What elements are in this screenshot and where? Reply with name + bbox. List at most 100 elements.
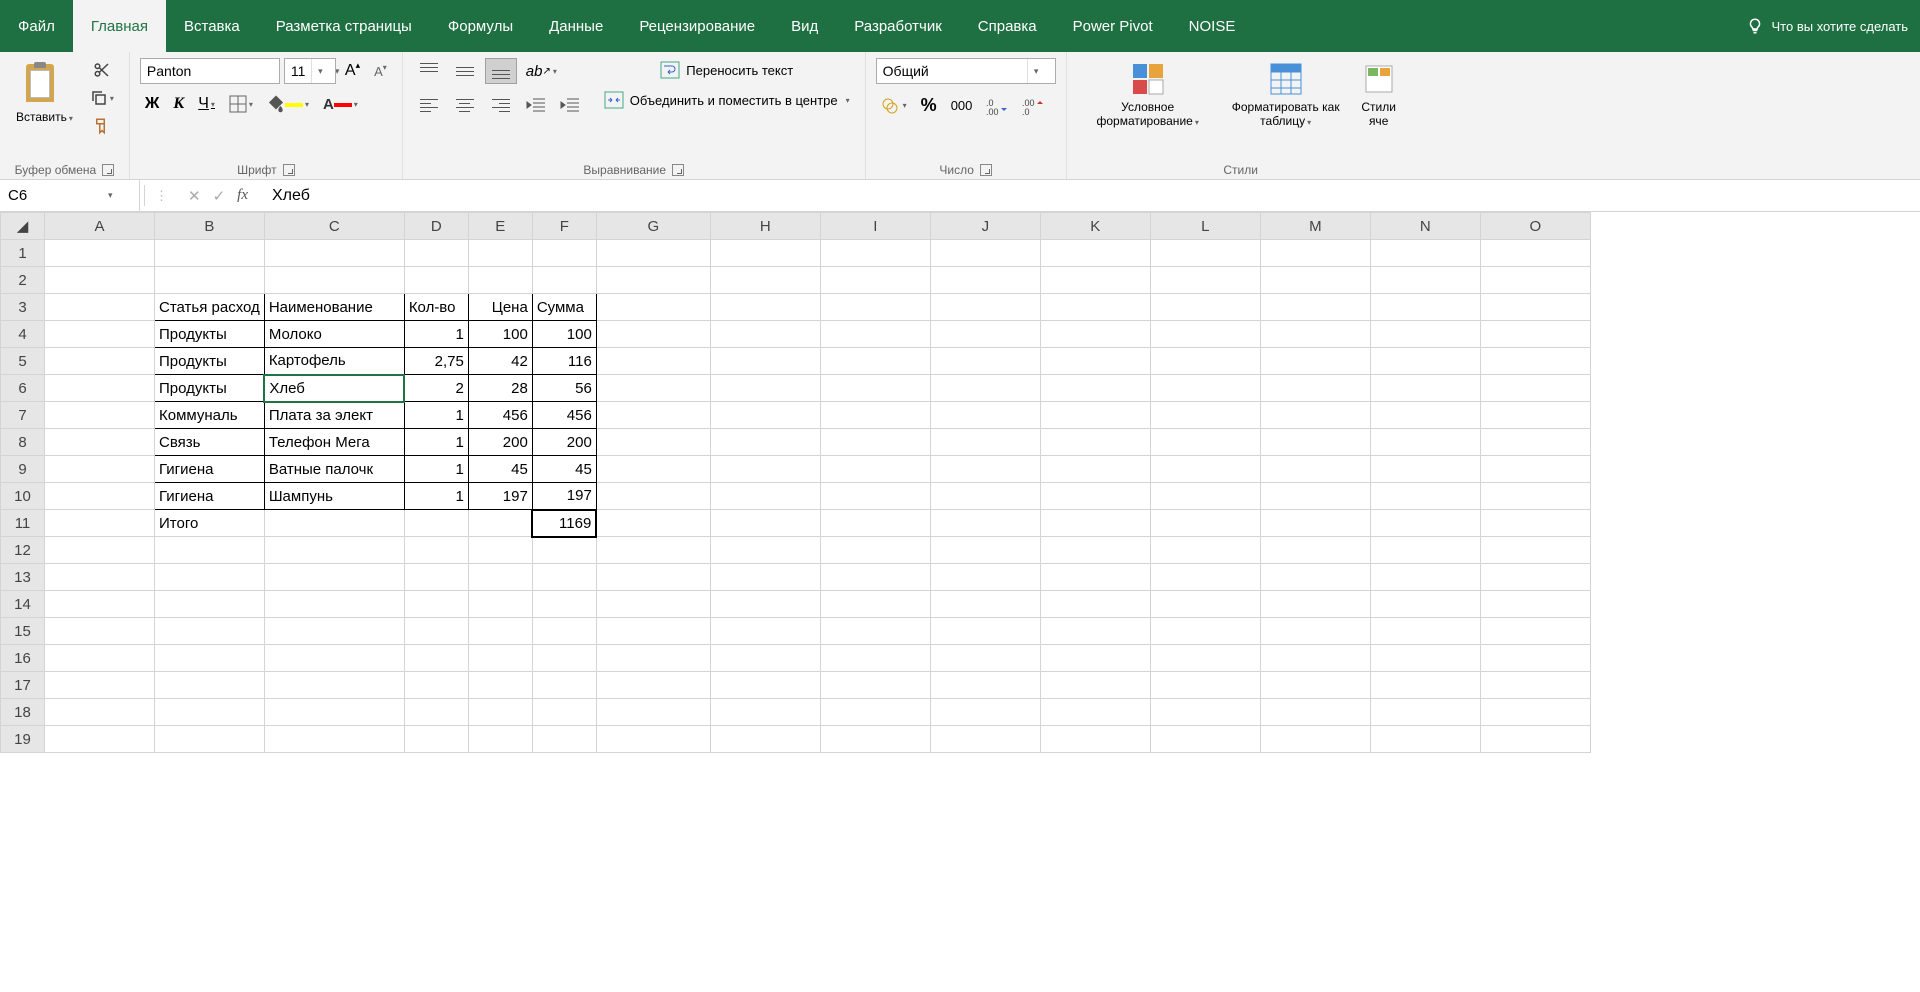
- cell-D16[interactable]: [404, 645, 468, 672]
- cell-L13[interactable]: [1150, 564, 1260, 591]
- cell-B18[interactable]: [155, 699, 265, 726]
- tab-home[interactable]: Главная: [73, 0, 166, 52]
- cell-J18[interactable]: [930, 699, 1040, 726]
- font-size-input[interactable]: [285, 63, 311, 79]
- cell-C18[interactable]: [264, 699, 404, 726]
- cell-L19[interactable]: [1150, 726, 1260, 753]
- cell-E4[interactable]: 100: [468, 321, 532, 348]
- cell-D3[interactable]: Кол-во: [404, 294, 468, 321]
- cell-G1[interactable]: [596, 240, 710, 267]
- cell-A3[interactable]: [45, 294, 155, 321]
- row-header-10[interactable]: 10: [1, 483, 45, 510]
- cell-H17[interactable]: [710, 672, 820, 699]
- cell-E13[interactable]: [468, 564, 532, 591]
- cell-F7[interactable]: 456: [532, 402, 596, 429]
- row-header-18[interactable]: 18: [1, 699, 45, 726]
- cell-J17[interactable]: [930, 672, 1040, 699]
- cell-H18[interactable]: [710, 699, 820, 726]
- align-bottom-button[interactable]: [485, 58, 517, 84]
- cell-N3[interactable]: [1370, 294, 1480, 321]
- cell-F4[interactable]: 100: [532, 321, 596, 348]
- cell-H12[interactable]: [710, 537, 820, 564]
- cell-A12[interactable]: [45, 537, 155, 564]
- row-header-4[interactable]: 4: [1, 321, 45, 348]
- cell-C13[interactable]: [264, 564, 404, 591]
- cell-N2[interactable]: [1370, 267, 1480, 294]
- row-header-11[interactable]: 11: [1, 510, 45, 537]
- row-header-15[interactable]: 15: [1, 618, 45, 645]
- cell-H4[interactable]: [710, 321, 820, 348]
- cell-E7[interactable]: 456: [468, 402, 532, 429]
- row-header-3[interactable]: 3: [1, 294, 45, 321]
- tell-me-search[interactable]: Что вы хотите сделать: [1734, 0, 1920, 52]
- cell-M13[interactable]: [1260, 564, 1370, 591]
- cell-J8[interactable]: [930, 429, 1040, 456]
- cell-E8[interactable]: 200: [468, 429, 532, 456]
- cell-L12[interactable]: [1150, 537, 1260, 564]
- row-header-14[interactable]: 14: [1, 591, 45, 618]
- column-header-L[interactable]: L: [1150, 213, 1260, 240]
- cell-B19[interactable]: [155, 726, 265, 753]
- cell-K10[interactable]: [1040, 483, 1150, 510]
- font-color-button[interactable]: A ▾: [318, 93, 363, 116]
- cell-E15[interactable]: [468, 618, 532, 645]
- cell-G3[interactable]: [596, 294, 710, 321]
- cell-I2[interactable]: [820, 267, 930, 294]
- name-box-input[interactable]: [8, 187, 108, 204]
- cell-E19[interactable]: [468, 726, 532, 753]
- cell-G17[interactable]: [596, 672, 710, 699]
- cell-O5[interactable]: [1480, 348, 1590, 375]
- cell-F3[interactable]: Сумма: [532, 294, 596, 321]
- cell-L8[interactable]: [1150, 429, 1260, 456]
- align-top-button[interactable]: [413, 58, 445, 84]
- cell-A9[interactable]: [45, 456, 155, 483]
- cell-D4[interactable]: 1: [404, 321, 468, 348]
- cell-J16[interactable]: [930, 645, 1040, 672]
- cell-I12[interactable]: [820, 537, 930, 564]
- cell-L2[interactable]: [1150, 267, 1260, 294]
- cell-C3[interactable]: Наименование: [264, 294, 404, 321]
- cell-C7[interactable]: Плата за элект: [264, 402, 404, 429]
- cell-K12[interactable]: [1040, 537, 1150, 564]
- cell-L10[interactable]: [1150, 483, 1260, 510]
- cell-K2[interactable]: [1040, 267, 1150, 294]
- cell-H8[interactable]: [710, 429, 820, 456]
- cell-A19[interactable]: [45, 726, 155, 753]
- cell-A1[interactable]: [45, 240, 155, 267]
- cell-C10[interactable]: Шампунь: [264, 483, 404, 510]
- cell-I13[interactable]: [820, 564, 930, 591]
- cell-I17[interactable]: [820, 672, 930, 699]
- underline-button[interactable]: Ч▾: [193, 92, 220, 116]
- cell-C5[interactable]: Картофель: [264, 348, 404, 375]
- formula-input[interactable]: [262, 187, 1920, 205]
- wrap-text-button[interactable]: Переносить текст: [599, 58, 855, 82]
- cell-M17[interactable]: [1260, 672, 1370, 699]
- cell-J9[interactable]: [930, 456, 1040, 483]
- cell-G15[interactable]: [596, 618, 710, 645]
- cell-D2[interactable]: [404, 267, 468, 294]
- insert-function-button[interactable]: fx: [237, 187, 248, 205]
- cell-C15[interactable]: [264, 618, 404, 645]
- cell-A13[interactable]: [45, 564, 155, 591]
- cell-A16[interactable]: [45, 645, 155, 672]
- tab-developer[interactable]: Разработчик: [836, 0, 959, 52]
- cell-F8[interactable]: 200: [532, 429, 596, 456]
- cell-O4[interactable]: [1480, 321, 1590, 348]
- cell-M9[interactable]: [1260, 456, 1370, 483]
- cell-N19[interactable]: [1370, 726, 1480, 753]
- cell-H2[interactable]: [710, 267, 820, 294]
- cell-O15[interactable]: [1480, 618, 1590, 645]
- cell-D14[interactable]: [404, 591, 468, 618]
- cell-O7[interactable]: [1480, 402, 1590, 429]
- cell-L4[interactable]: [1150, 321, 1260, 348]
- cell-J14[interactable]: [930, 591, 1040, 618]
- cell-H14[interactable]: [710, 591, 820, 618]
- cell-J3[interactable]: [930, 294, 1040, 321]
- cell-I15[interactable]: [820, 618, 930, 645]
- font-dialog-launcher[interactable]: [283, 164, 295, 176]
- cell-N9[interactable]: [1370, 456, 1480, 483]
- cell-B1[interactable]: [155, 240, 265, 267]
- cell-L6[interactable]: [1150, 375, 1260, 402]
- row-header-16[interactable]: 16: [1, 645, 45, 672]
- cell-G8[interactable]: [596, 429, 710, 456]
